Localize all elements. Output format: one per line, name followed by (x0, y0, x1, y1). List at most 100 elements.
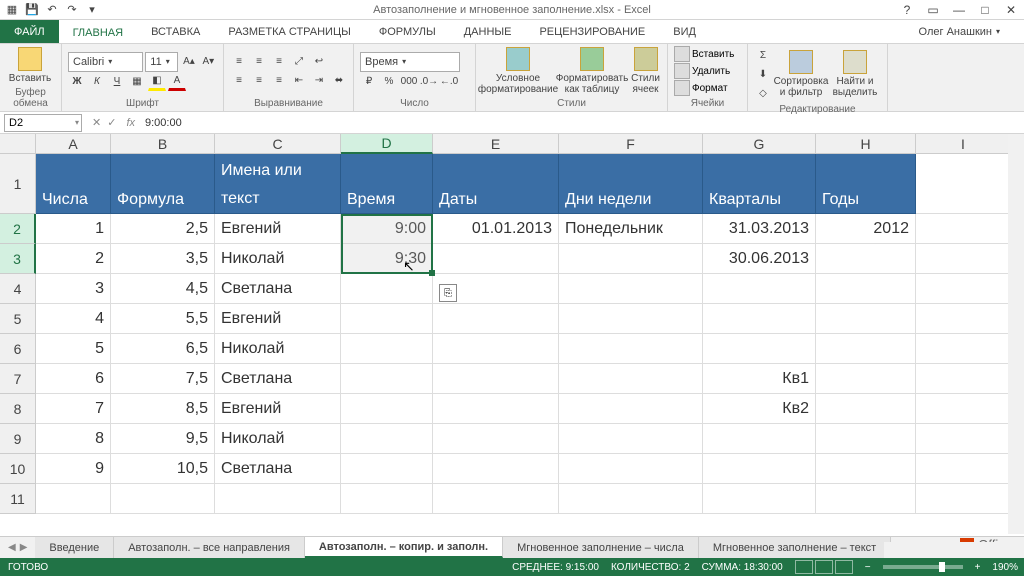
cell-D11[interactable] (341, 484, 433, 514)
cell-E7[interactable] (433, 364, 559, 394)
cell-D8[interactable] (341, 394, 433, 424)
conditional-formatting-button[interactable]: Условное форматирование (482, 47, 554, 95)
cell-A4[interactable]: 3 (36, 274, 111, 304)
cell-H9[interactable] (816, 424, 916, 454)
vertical-scrollbar[interactable] (1008, 134, 1024, 534)
cell-I11[interactable] (916, 484, 1011, 514)
autosum-icon[interactable]: Σ (754, 46, 772, 64)
sheet-tab-4[interactable]: Мгновенное заполнение – текст (699, 537, 891, 558)
increase-decimal-icon[interactable]: .0→ (420, 73, 438, 91)
cell-G10[interactable] (703, 454, 816, 484)
column-header-H[interactable]: H (816, 134, 916, 154)
cell-F6[interactable] (559, 334, 703, 364)
font-name-combo[interactable]: Calibri▾ (68, 52, 143, 72)
cell-B3[interactable]: 3,5 (111, 244, 215, 274)
cell-B9[interactable]: 9,5 (111, 424, 215, 454)
row-header-2[interactable]: 2 (0, 214, 36, 244)
cell-G9[interactable] (703, 424, 816, 454)
row-header-10[interactable]: 10 (0, 454, 36, 484)
align-bottom-icon[interactable]: ≡ (270, 53, 288, 71)
maximize-icon[interactable]: □ (972, 0, 998, 20)
cell-D2[interactable]: 9:00 (341, 214, 433, 244)
cell-B7[interactable]: 7,5 (111, 364, 215, 394)
cell-D1[interactable]: Время (341, 154, 433, 214)
row-header-1[interactable]: 1 (0, 154, 36, 214)
close-icon[interactable]: ✕ (998, 0, 1024, 20)
cell-G6[interactable] (703, 334, 816, 364)
cell-G11[interactable] (703, 484, 816, 514)
cell-I6[interactable] (916, 334, 1011, 364)
cell-A7[interactable]: 6 (36, 364, 111, 394)
cell-D5[interactable] (341, 304, 433, 334)
format-as-table-button[interactable]: Форматировать как таблицу (556, 47, 628, 95)
cell-F7[interactable] (559, 364, 703, 394)
tab-page-layout[interactable]: РАЗМЕТКА СТРАНИЦЫ (214, 20, 364, 43)
number-format-combo[interactable]: Время▾ (360, 52, 460, 72)
cell-B5[interactable]: 5,5 (111, 304, 215, 334)
row-header-11[interactable]: 11 (0, 484, 36, 514)
cell-H2[interactable]: 2012 (816, 214, 916, 244)
row-header-3[interactable]: 3 (0, 244, 36, 274)
redo-icon[interactable]: ↷ (64, 2, 80, 18)
cell-A8[interactable]: 7 (36, 394, 111, 424)
cell-F4[interactable] (559, 274, 703, 304)
fill-handle[interactable] (429, 270, 435, 276)
cell-C9[interactable]: Николай (215, 424, 341, 454)
row-header-6[interactable]: 6 (0, 334, 36, 364)
decrease-font-icon[interactable]: A▾ (200, 53, 217, 71)
cell-B4[interactable]: 4,5 (111, 274, 215, 304)
column-header-I[interactable]: I (916, 134, 1011, 154)
zoom-slider[interactable] (883, 565, 963, 569)
cell-F1[interactable]: Дни недели (559, 154, 703, 214)
cell-A10[interactable]: 9 (36, 454, 111, 484)
format-cells-button[interactable]: Формат (674, 80, 734, 96)
border-button[interactable]: ▦ (128, 73, 146, 91)
align-top-icon[interactable]: ≡ (230, 53, 248, 71)
cell-C7[interactable]: Светлана (215, 364, 341, 394)
cell-A6[interactable]: 5 (36, 334, 111, 364)
cell-I7[interactable] (916, 364, 1011, 394)
sheet-tab-2[interactable]: Автозаполн. – копир. и заполн. (305, 537, 503, 558)
cell-C8[interactable]: Евгений (215, 394, 341, 424)
cell-H7[interactable] (816, 364, 916, 394)
fx-icon[interactable]: fx (122, 117, 139, 129)
zoom-level[interactable]: 190% (992, 562, 1018, 573)
paste-button[interactable]: Вставить (6, 47, 54, 84)
cell-B11[interactable] (111, 484, 215, 514)
align-left-icon[interactable]: ≡ (230, 72, 248, 90)
cell-H4[interactable] (816, 274, 916, 304)
cell-E9[interactable] (433, 424, 559, 454)
cell-D6[interactable] (341, 334, 433, 364)
cell-I4[interactable] (916, 274, 1011, 304)
save-icon[interactable]: 💾 (24, 2, 40, 18)
cell-G8[interactable]: Кв2 (703, 394, 816, 424)
cell-C4[interactable]: Светлана (215, 274, 341, 304)
cell-E3[interactable] (433, 244, 559, 274)
cell-E8[interactable] (433, 394, 559, 424)
cell-styles-button[interactable]: Стили ячеек (630, 47, 661, 95)
align-middle-icon[interactable]: ≡ (250, 53, 268, 71)
undo-icon[interactable]: ↶ (44, 2, 60, 18)
sheet-nav-next-icon[interactable]: ▶ (20, 542, 28, 553)
help-icon[interactable]: ? (894, 0, 920, 20)
font-size-combo[interactable]: 11▾ (145, 52, 178, 72)
column-header-D[interactable]: D (341, 134, 433, 154)
comma-icon[interactable]: 000 (400, 73, 418, 91)
cell-B10[interactable]: 10,5 (111, 454, 215, 484)
cell-G1[interactable]: Кварталы (703, 154, 816, 214)
cell-I3[interactable] (916, 244, 1011, 274)
cell-D9[interactable] (341, 424, 433, 454)
sheet-nav-prev-icon[interactable]: ◀ (8, 542, 16, 553)
cell-I5[interactable] (916, 304, 1011, 334)
cell-F5[interactable] (559, 304, 703, 334)
indent-decrease-icon[interactable]: ⇤ (290, 72, 308, 90)
increase-font-icon[interactable]: A▴ (180, 53, 197, 71)
sort-filter-button[interactable]: Сортировка и фильтр (774, 50, 828, 98)
excel-icon[interactable]: ▦ (4, 2, 20, 18)
autofill-options-button[interactable]: ⎘ (439, 284, 457, 302)
cell-F3[interactable] (559, 244, 703, 274)
minimize-icon[interactable]: — (946, 0, 972, 20)
cell-B2[interactable]: 2,5 (111, 214, 215, 244)
align-center-icon[interactable]: ≡ (250, 72, 268, 90)
cell-E2[interactable]: 01.01.2013 (433, 214, 559, 244)
